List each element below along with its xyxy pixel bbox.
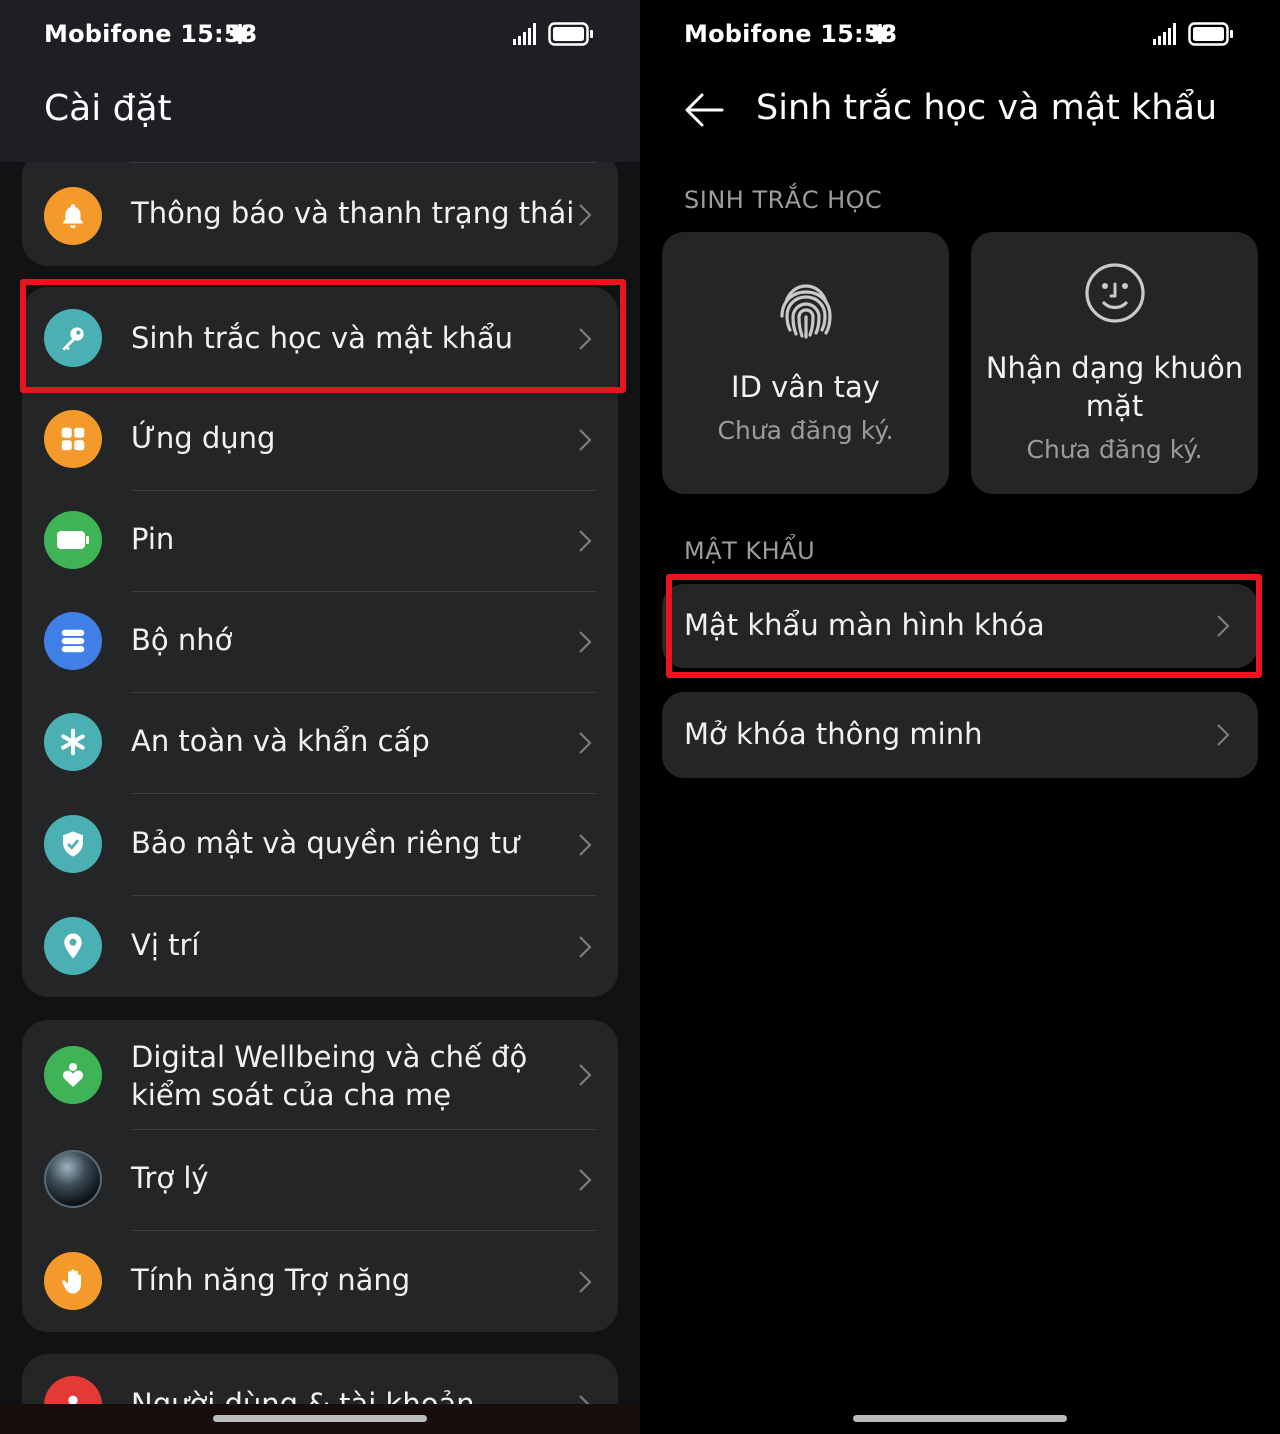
wellbeing-icon	[44, 1046, 102, 1104]
list-item-label: Bộ nhớ	[131, 623, 233, 657]
chevron-right-icon	[579, 328, 592, 350]
key-icon	[44, 309, 102, 367]
chevron-right-icon	[579, 834, 592, 856]
label-line: Digital Wellbeing và chế độ	[131, 1040, 528, 1074]
fingerprint-status: Chưa đăng ký.	[717, 416, 894, 445]
list-item-label: Mật khẩu màn hình khóa	[684, 608, 1045, 642]
carrier-time: Mobifone 15:53	[684, 20, 898, 48]
list-item-label: Thông báo và thanh trạng thái	[131, 196, 575, 230]
fingerprint-title: ID vân tay	[731, 370, 880, 404]
divider	[130, 162, 596, 163]
home-indicator[interactable]	[213, 1415, 427, 1422]
apps-icon	[44, 410, 102, 468]
page-title-overlay: Cài đặt	[44, 88, 172, 129]
chevron-right-icon	[579, 530, 592, 552]
face-title: Nhận dạng khuôn mặt	[971, 349, 1258, 425]
page-title: Sinh trắc học và mật khẩu	[756, 88, 1218, 128]
list-item-battery[interactable]: Pin	[22, 490, 618, 591]
battery-icon	[44, 511, 102, 569]
list-item-label: Mở khóa thông minh	[684, 717, 983, 751]
status-bar-overlay: Mobifone 15:53	[0, 0, 640, 70]
list-item-label: Digital Wellbeing và chế độ kiểm soát của…	[131, 1038, 527, 1114]
battery-status-icon	[548, 22, 593, 46]
signal-icon	[1153, 23, 1176, 45]
chevron-right-icon	[579, 936, 592, 958]
chevron-right-icon	[579, 631, 592, 653]
back-arrow-icon[interactable]	[684, 90, 724, 130]
face-status: Chưa đăng ký.	[1026, 435, 1203, 464]
chevron-right-icon	[579, 204, 592, 226]
fingerprint-tile[interactable]: ID vân tay Chưa đăng ký.	[662, 232, 949, 494]
list-item-storage[interactable]: Bộ nhớ	[22, 591, 618, 692]
label-line: kiểm soát của cha mẹ	[131, 1078, 452, 1112]
shield-icon	[44, 815, 102, 873]
list-item-location[interactable]: Vị trí	[22, 895, 618, 997]
list-item-accessibility[interactable]: Tính năng Trợ năng	[22, 1230, 618, 1332]
chevron-right-icon	[1217, 724, 1230, 746]
location-icon	[44, 917, 102, 975]
hand-icon	[44, 1252, 102, 1310]
assistant-orb-icon	[44, 1150, 102, 1208]
section-header-password: MẬT KHẨU	[684, 537, 816, 565]
chevron-right-icon	[579, 1271, 592, 1293]
list-item-label: Trợ lý	[131, 1161, 209, 1195]
face-title-line: mặt	[1085, 389, 1144, 423]
list-item-label: Ứng dụng	[131, 421, 276, 455]
storage-icon	[44, 612, 102, 670]
bell-icon	[44, 187, 102, 245]
list-item-label: Pin	[131, 522, 175, 556]
list-item-label: Vị trí	[131, 928, 200, 962]
home-indicator[interactable]	[853, 1415, 1067, 1422]
list-item-label: Sinh trắc học và mật khẩu	[131, 321, 514, 355]
settings-screen: Mobifone 15:53 Cài đặt Thông báo và than…	[0, 0, 640, 1434]
chevron-right-icon	[579, 1169, 592, 1191]
list-item-notifications[interactable]: Thông báo và thanh trạng thái	[22, 150, 618, 266]
fingerprint-icon	[779, 284, 832, 339]
status-bar: Mobifone 15:53	[640, 0, 1280, 70]
lock-screen-password-item[interactable]: Mật khẩu màn hình khóa	[662, 584, 1258, 668]
list-item-apps[interactable]: Ứng dụng	[22, 389, 618, 490]
list-item-biometrics[interactable]: Sinh trắc học và mật khẩu	[22, 287, 618, 389]
list-item-assistant[interactable]: Trợ lý	[22, 1129, 618, 1230]
carrier-time: Mobifone 15:53	[44, 20, 258, 48]
list-item-label: An toàn và khẩn cấp	[131, 724, 430, 758]
section-header-biometric: SINH TRẮC HỌC	[684, 186, 883, 214]
list-item-safety[interactable]: An toàn và khẩn cấp	[22, 692, 618, 793]
chevron-right-icon	[1217, 615, 1230, 637]
smart-unlock-item[interactable]: Mở khóa thông minh	[662, 692, 1258, 778]
gear-icon	[230, 24, 250, 44]
face-icon	[1084, 263, 1145, 323]
gear-icon	[870, 24, 890, 44]
list-item-digital-wellbeing[interactable]: Digital Wellbeing và chế độ kiểm soát của…	[22, 1020, 618, 1129]
battery-status-icon	[1188, 22, 1233, 46]
signal-icon	[513, 23, 536, 45]
settings-card: Digital Wellbeing và chế độ kiểm soát của…	[22, 1020, 618, 1332]
chevron-right-icon	[579, 1064, 592, 1086]
settings-card: Thông báo và thanh trạng thái	[22, 150, 618, 266]
list-item-label: Bảo mật và quyền riêng tư	[131, 826, 520, 860]
face-title-line: Nhận dạng khuôn	[985, 351, 1244, 385]
list-item-privacy[interactable]: Bảo mật và quyền riêng tư	[22, 793, 618, 895]
biometrics-screen: Mobifone 15:53 Sinh trắc học và mật khẩu…	[640, 0, 1280, 1434]
settings-card: Sinh trắc học và mật khẩu Ứng dụng Pin B…	[22, 287, 618, 997]
chevron-right-icon	[579, 732, 592, 754]
chevron-right-icon	[579, 429, 592, 451]
asterisk-icon	[44, 713, 102, 771]
list-item-label: Tính năng Trợ năng	[131, 1263, 411, 1297]
face-recognition-tile[interactable]: Nhận dạng khuôn mặt Chưa đăng ký.	[971, 232, 1258, 494]
